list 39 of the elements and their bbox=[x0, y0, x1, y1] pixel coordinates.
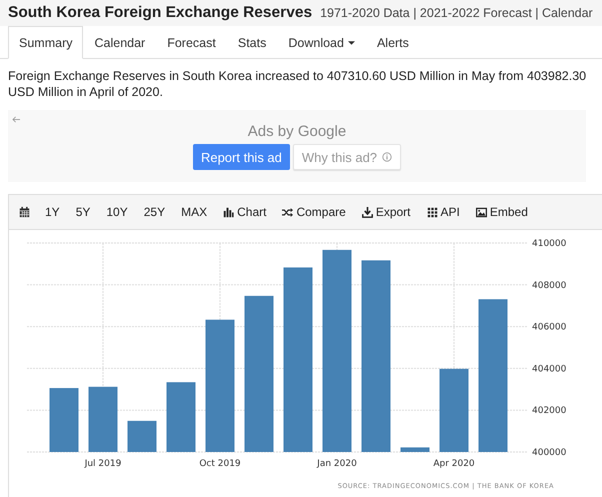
embed-button[interactable]: Embed bbox=[468, 205, 536, 219]
download-icon bbox=[362, 206, 373, 218]
summary-text: Foreign Exchange Reserves in South Korea increased to 407310.60 USD Million in May from 403982.30 USD Million in April of 2020. bbox=[8, 68, 588, 100]
image-icon bbox=[476, 206, 487, 218]
api-button[interactable]: API bbox=[418, 205, 468, 219]
info-icon bbox=[382, 152, 392, 162]
export-button[interactable]: Export bbox=[354, 205, 418, 219]
axis-label: 402000 bbox=[532, 406, 566, 416]
axis-label: 400000 bbox=[532, 448, 566, 458]
grid-icon bbox=[426, 206, 438, 218]
tab[interactable]: Alerts bbox=[366, 26, 420, 59]
back-arrow-icon[interactable] bbox=[12, 116, 21, 123]
page-title: South Korea Foreign Exchange Reserves bbox=[8, 4, 312, 22]
tab[interactable]: Forecast bbox=[156, 26, 227, 59]
tab[interactable]: Calendar bbox=[83, 26, 156, 59]
axis-label: 406000 bbox=[532, 322, 566, 333]
tab[interactable]: Stats bbox=[226, 26, 278, 59]
compare-button[interactable]: Compare bbox=[274, 205, 354, 219]
axis-label: Apr 2020 bbox=[433, 459, 475, 469]
range-button[interactable]: 1Y bbox=[37, 205, 68, 219]
range-button[interactable]: 25Y bbox=[136, 205, 174, 219]
ad-title: Ads by Google bbox=[248, 123, 346, 140]
axis-label: Oct 2019 bbox=[199, 459, 241, 469]
chart-button[interactable]: Chart bbox=[215, 205, 274, 219]
range-button[interactable]: MAX bbox=[173, 205, 216, 219]
bar-chart-icon bbox=[223, 206, 234, 218]
calendar-icon[interactable] bbox=[19, 206, 30, 218]
shuffle-icon bbox=[282, 206, 294, 218]
range-button[interactable]: 5Y bbox=[68, 205, 98, 219]
range-button[interactable]: 10Y bbox=[98, 205, 136, 219]
axis-label: 408000 bbox=[532, 280, 566, 291]
axis-label: 410000 bbox=[532, 239, 566, 249]
tab[interactable]: Download bbox=[277, 26, 366, 59]
axis-label: Jan 2020 bbox=[317, 459, 357, 469]
tab[interactable]: Summary bbox=[8, 26, 84, 59]
header-links[interactable]: 1971-2020 Data | 2021-2022 Forecast | Calendar bbox=[320, 6, 593, 20]
axis-label: 404000 bbox=[532, 364, 566, 374]
report-ad-button[interactable]: Report this ad bbox=[192, 144, 290, 170]
axis-label: Jul 2019 bbox=[84, 459, 122, 469]
